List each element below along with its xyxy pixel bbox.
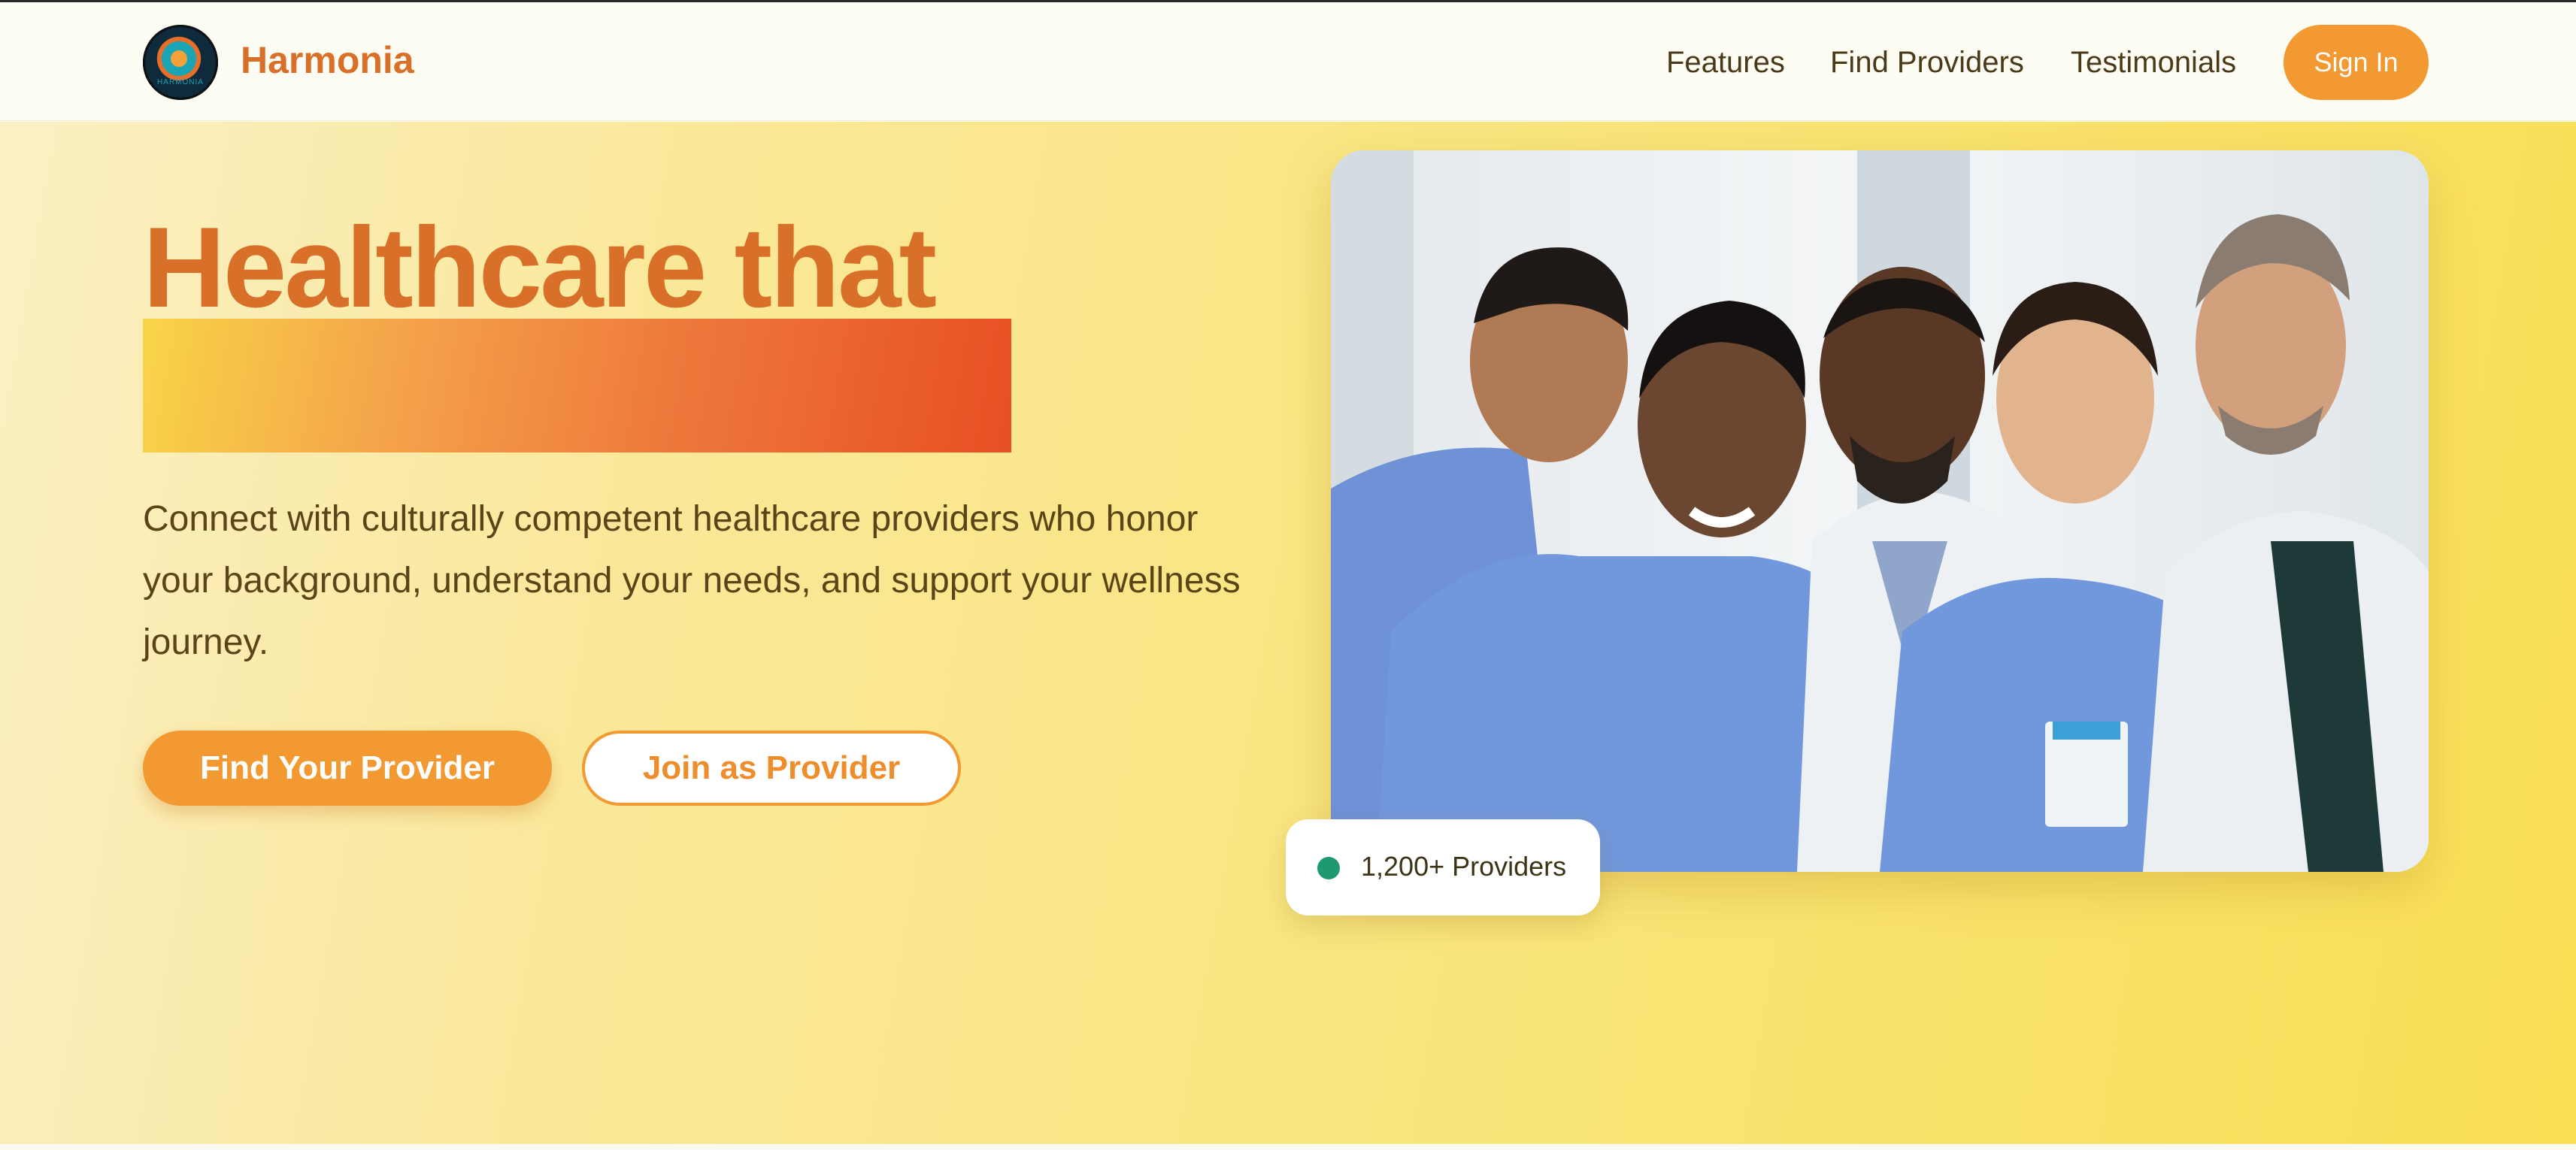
- hero-photo-healthcare-team: [1331, 150, 2429, 872]
- hero-bottom-edge: [0, 1144, 2576, 1150]
- providers-count-text: 1,200+ Providers: [1361, 851, 1567, 882]
- sign-in-button[interactable]: Sign In: [2284, 25, 2429, 100]
- hero-description: Connect with culturally competent health…: [143, 499, 1241, 662]
- logo-wordmark: HARMONIA: [157, 78, 204, 86]
- status-dot-icon: [1317, 857, 1340, 879]
- harmonia-logo-icon[interactable]: HARMONIA: [143, 25, 218, 100]
- nav-link-find-providers[interactable]: Find Providers: [1830, 46, 2024, 80]
- nav-link-features[interactable]: Features: [1666, 46, 1785, 80]
- site-header: HARMONIA Harmonia Features Find Provider…: [0, 2, 2576, 121]
- nav-link-testimonials[interactable]: Testimonials: [2071, 46, 2236, 80]
- brand-name[interactable]: Harmonia: [241, 38, 414, 82]
- team-photo-illustration: [1331, 150, 2429, 872]
- providers-count-badge: 1,200+ Providers: [1286, 819, 1600, 915]
- hero-headline: Healthcare that: [143, 204, 937, 331]
- join-as-provider-button[interactable]: Join as Provider: [582, 731, 961, 806]
- headline-gradient-highlight: [143, 319, 1011, 452]
- find-your-provider-button[interactable]: Find Your Provider: [143, 731, 552, 806]
